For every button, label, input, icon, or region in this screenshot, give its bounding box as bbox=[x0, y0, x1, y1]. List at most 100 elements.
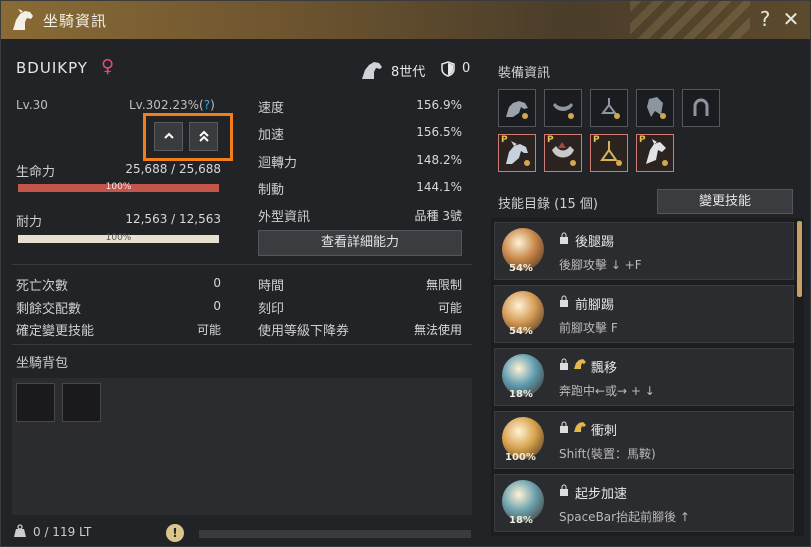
level-exp-text: Lv.302.23%( bbox=[129, 98, 204, 112]
pearl-slot-champron[interactable]: P bbox=[636, 134, 674, 172]
hp-bar-percent: 100% bbox=[105, 182, 132, 192]
skill-desc: 後腳攻擊 ↓ +F bbox=[559, 258, 642, 272]
double-chevron-up-icon bbox=[198, 130, 209, 142]
turning-value: 148.2% bbox=[416, 153, 462, 167]
equip-slot-horseshoe[interactable] bbox=[682, 89, 720, 127]
brake-value: 144.1% bbox=[416, 180, 462, 194]
skill-desc: SpaceBar抬起前腳後 ↑ bbox=[559, 510, 690, 524]
level-exp-close: ) bbox=[210, 98, 215, 112]
skill-percent: 18% bbox=[509, 389, 533, 400]
skill-name: 前腳踢 bbox=[575, 298, 615, 313]
level-down-coupon-value: 無法使用 bbox=[413, 323, 462, 337]
level-up-button[interactable] bbox=[154, 122, 183, 151]
time-value: 無限制 bbox=[425, 278, 462, 292]
horse-armor-icon bbox=[506, 101, 528, 119]
stamina-value: 12,563 / 12,563 bbox=[125, 212, 221, 226]
appearance-label: 外型資訊 bbox=[258, 210, 311, 225]
death-count-label: 死亡次數 bbox=[16, 279, 69, 294]
acceleration-label: 加速 bbox=[258, 128, 285, 143]
skill-name: 起步加速 bbox=[575, 487, 628, 502]
horse-head-icon bbox=[13, 9, 33, 30]
help-button[interactable]: ? bbox=[754, 7, 776, 31]
level-down-coupon-label: 使用等級下降券 bbox=[258, 324, 350, 339]
speed-value: 156.9% bbox=[416, 98, 462, 112]
skill-name: 衝刺 bbox=[591, 424, 618, 439]
close-button[interactable]: ✕ bbox=[780, 7, 802, 31]
hp-label: 生命力 bbox=[16, 165, 56, 180]
skill-item[interactable]: 18% 飄移 奔跑中←或→ + ↓ bbox=[494, 348, 794, 406]
equip-slot-champron[interactable] bbox=[636, 89, 674, 127]
title-bar-pattern bbox=[630, 1, 750, 39]
pearl-marker: P bbox=[593, 135, 600, 145]
skill-desc: 奔跑中←或→ + ↓ bbox=[559, 384, 655, 398]
mount-name: BDUIKPY bbox=[16, 59, 88, 77]
bag-weight: 0 / 119 LT bbox=[33, 525, 92, 539]
equipment-title: 裝備資訊 bbox=[498, 66, 551, 81]
skill-item[interactable]: 18% 起步加速 SpaceBar抬起前腳後 ↑ bbox=[494, 474, 794, 532]
change-skill-button[interactable]: 變更技能 bbox=[657, 189, 793, 214]
skill-item[interactable]: 100% 衝刺 Shift(裝置：馬鞍) bbox=[494, 411, 794, 469]
death-count-value: 0 bbox=[213, 276, 221, 290]
equip-slot-barding[interactable] bbox=[498, 89, 536, 127]
pearl-slot-stirrups[interactable]: P bbox=[590, 134, 628, 172]
level-up-max-button[interactable] bbox=[189, 122, 218, 151]
skill-item[interactable]: 54% 前腳踢 前腳攻擊 F bbox=[494, 285, 794, 343]
horse-generation-icon bbox=[362, 62, 382, 79]
defense-value: 0 bbox=[462, 61, 471, 76]
stamina-bar-percent: 100% bbox=[105, 233, 132, 243]
lock-icon bbox=[560, 421, 568, 433]
skill-percent: 100% bbox=[505, 452, 536, 463]
skill-item[interactable]: 54% 後腿踢 後腳攻擊 ↓ +F bbox=[494, 222, 794, 280]
breeding-left-label: 剩餘交配數 bbox=[16, 302, 82, 317]
engrave-value: 可能 bbox=[437, 301, 462, 315]
speed-label: 速度 bbox=[258, 101, 285, 116]
view-detail-button[interactable]: 查看詳細能力 bbox=[258, 230, 462, 256]
divider bbox=[12, 264, 472, 265]
equip-slot-stirrups[interactable] bbox=[590, 89, 628, 127]
champron-icon bbox=[647, 97, 666, 119]
skill-change-value: 可能 bbox=[196, 323, 221, 337]
pearl-slot-saddle[interactable]: P bbox=[544, 134, 582, 172]
skill-percent: 54% bbox=[509, 326, 533, 337]
horseshoe-icon bbox=[693, 98, 709, 116]
saddle-icon bbox=[553, 103, 574, 119]
bag-slot[interactable] bbox=[16, 383, 55, 422]
level-label: Lv.30 bbox=[16, 98, 48, 112]
equip-slot-saddle[interactable] bbox=[544, 89, 582, 127]
mount-info-window: 坐騎資訊 ? ✕ BDUIKPY ♀ 8世代 0 Lv.30 Lv.302.23… bbox=[0, 0, 811, 547]
title-bar[interactable]: 坐騎資訊 ? ✕ bbox=[1, 1, 810, 39]
hp-value: 25,688 / 25,688 bbox=[125, 162, 221, 176]
stirrup-icon bbox=[601, 98, 620, 119]
skill-percent: 18% bbox=[509, 515, 533, 526]
brake-label: 制動 bbox=[258, 183, 285, 198]
warning-icon[interactable]: ! bbox=[166, 524, 184, 542]
window-title: 坐騎資訊 bbox=[43, 12, 108, 30]
time-label: 時間 bbox=[258, 279, 285, 294]
skill-desc: Shift(裝置：馬鞍) bbox=[559, 447, 656, 461]
generation-text: 8世代 bbox=[391, 65, 426, 80]
skill-list-title: 技能目錄 (15 個) bbox=[498, 197, 598, 212]
pearl-marker: P bbox=[547, 135, 554, 145]
level-exp: Lv.302.23%(?) bbox=[129, 98, 215, 112]
pearl-marker: P bbox=[639, 135, 646, 145]
lock-icon bbox=[560, 484, 568, 496]
engrave-label: 刻印 bbox=[258, 302, 285, 317]
bag-title: 坐騎背包 bbox=[16, 356, 69, 371]
pearl-slot-barding[interactable]: P bbox=[498, 134, 536, 172]
horse-tier-icon bbox=[574, 359, 586, 369]
stamina-bar: 100% bbox=[18, 233, 219, 243]
mount-bag bbox=[12, 378, 472, 515]
bag-slot[interactable] bbox=[62, 383, 101, 422]
hp-bar: 100% bbox=[18, 182, 219, 192]
shield-icon bbox=[441, 61, 455, 77]
skill-desc: 前腳攻擊 F bbox=[559, 321, 618, 335]
weight-bar bbox=[199, 530, 471, 538]
skill-list: 54% 後腿踢 後腳攻擊 ↓ +F 54% 前腳踢 前腳攻擊 F 18% 飄移 … bbox=[491, 218, 804, 536]
lock-icon bbox=[560, 358, 568, 370]
skill-name: 後腿踢 bbox=[575, 235, 615, 250]
appearance-value: 品種 3號 bbox=[414, 209, 462, 223]
skill-change-label: 確定變更技能 bbox=[16, 324, 95, 339]
skill-list-scrollbar[interactable] bbox=[797, 221, 802, 297]
acceleration-value: 156.5% bbox=[416, 125, 462, 139]
divider bbox=[12, 344, 472, 345]
